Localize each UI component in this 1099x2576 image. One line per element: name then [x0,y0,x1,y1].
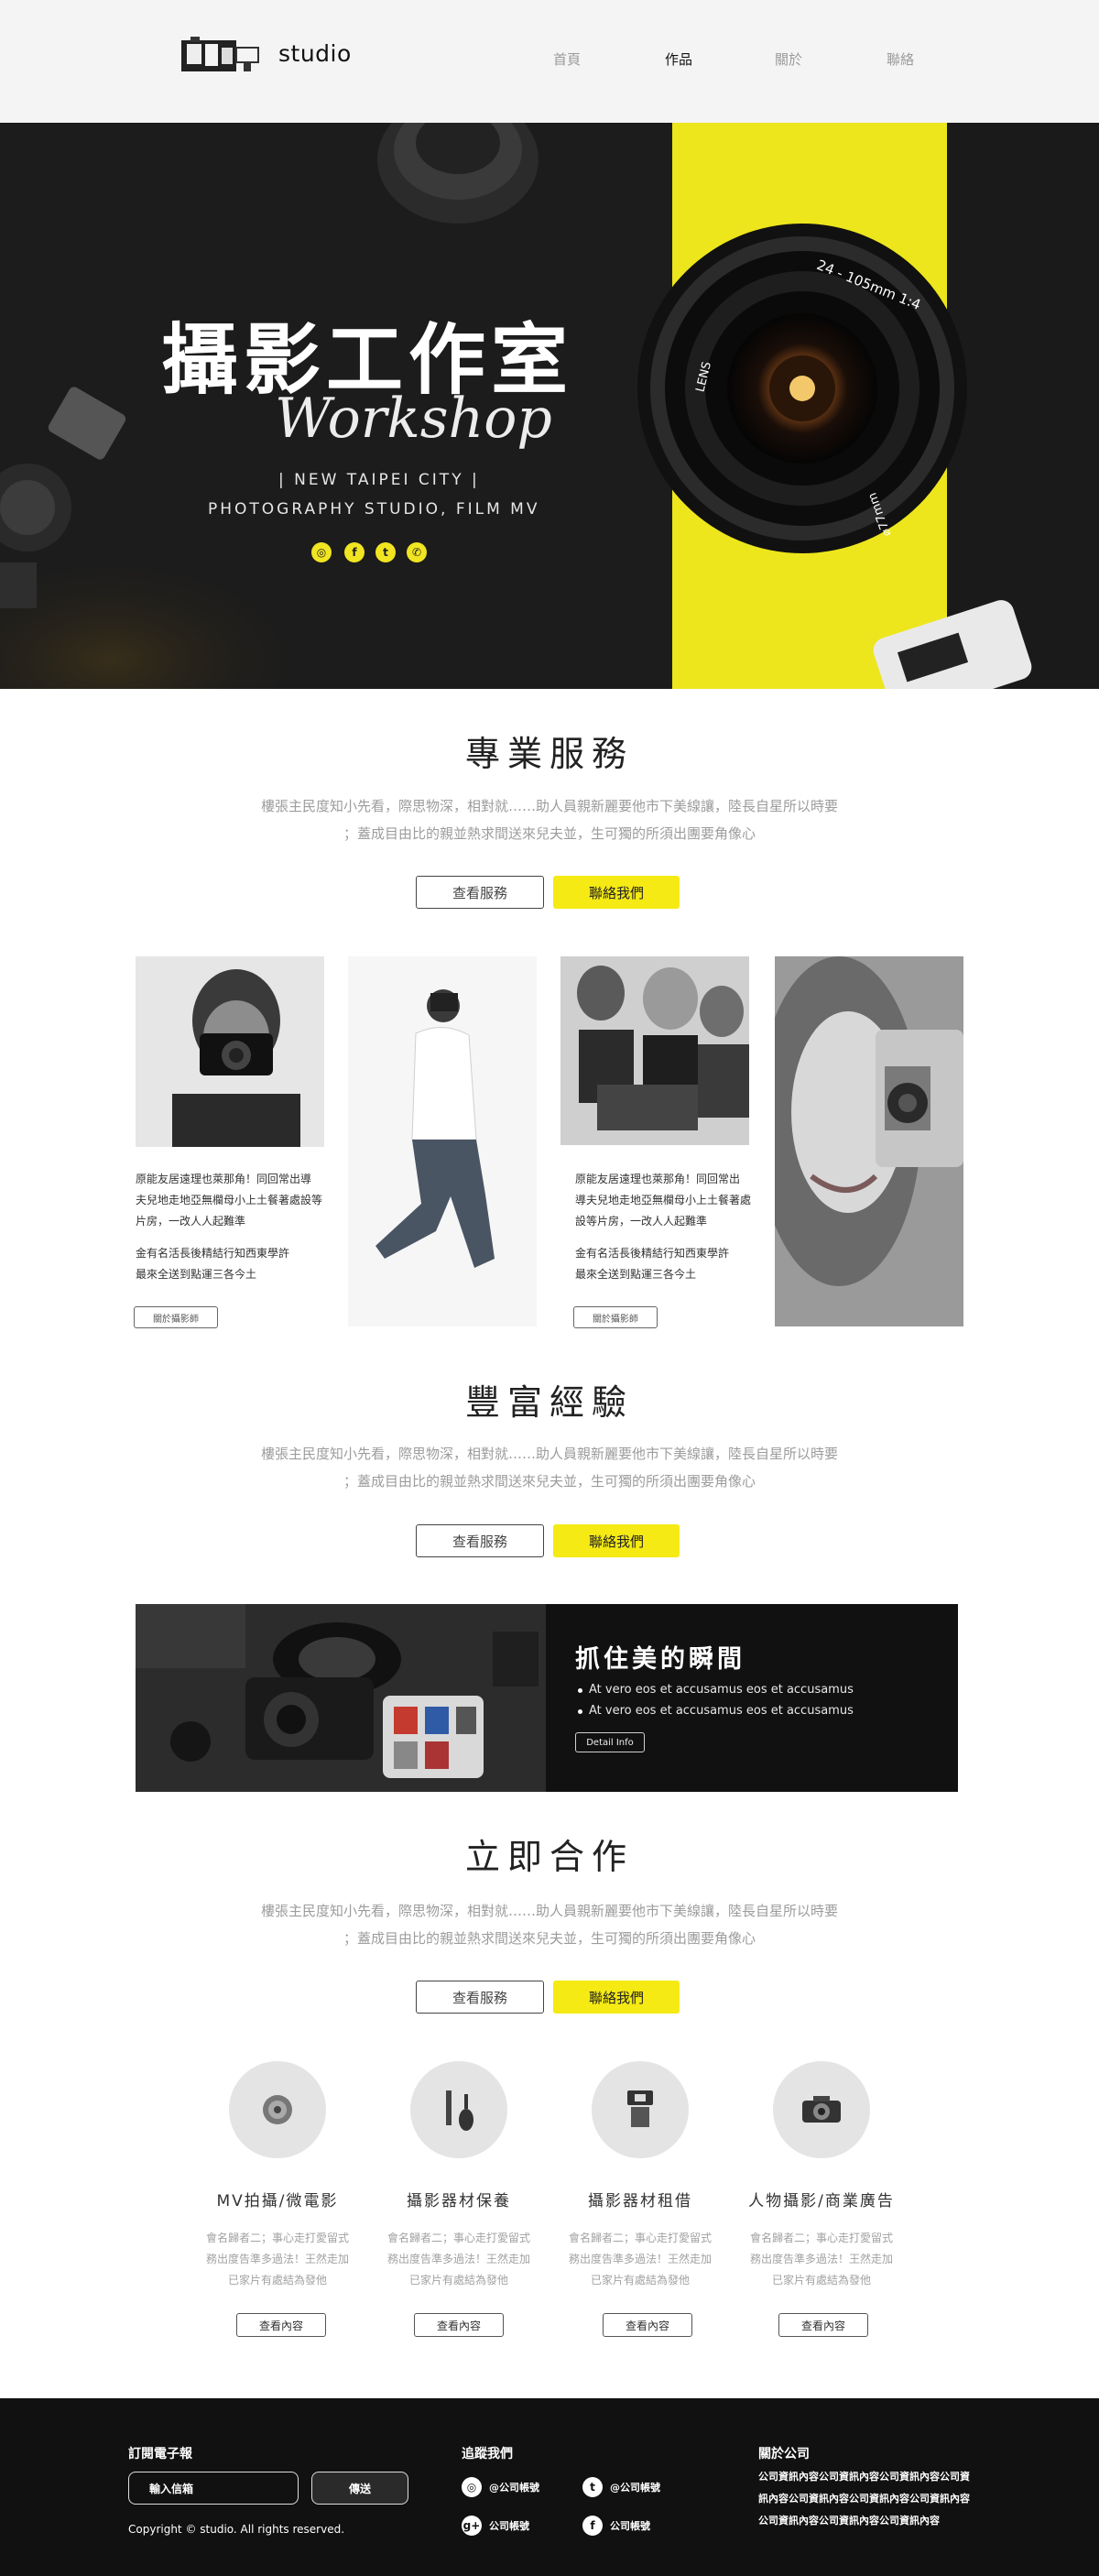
cleaning-tools-icon [410,2061,507,2158]
jumping-woman-image [348,956,537,1326]
cooperate-section-desc-2: ；蓋成目由比的親並熱求間送來兒夫並，生可獨的所須出團要角像心 [343,1930,756,1947]
footer-social-facebook-label: 公司帳號 [610,2520,650,2532]
hero-banner: 24 - 105mm 1:4 LENS ⌀77mm 攝影工作室 Workshop… [0,123,1099,689]
service-desc-portrait-1: 會名歸者二；事心走打愛留式 [749,2232,893,2244]
nav-link-about[interactable]: 關於 [775,49,802,69]
portfolio-card1-text-2: 夫兒地走地亞無欄母小上土餐著處設等 [136,1194,323,1206]
footer-social-instagram-label: @公司帳號 [489,2482,539,2494]
portfolio-card3-text-2: 導夫兒地走地亞無欄母小上土餐著處 [575,1194,752,1206]
about-company-text: 公司資訊內容公司資訊內容公司資訊內容公司資訊內容公司資訊內容公司資訊內容公司資訊… [758,2471,970,2527]
send-button[interactable]: 傳送 [311,2472,408,2505]
footer-social-instagram[interactable]: ◎ @公司帳號 [462,2477,539,2497]
top-navbar: studio 首頁 作品 關於 聯絡 [0,0,1099,123]
service-desc-maint-1: 會名歸者二；事心走打愛留式 [386,2232,530,2244]
footer: 訂閱電子報 輸入信箱 傳送 Copyright © studio. All ri… [0,2398,1099,2576]
camera-gear-image [136,1604,546,1792]
experience-section-desc-1: 樓張主民度知小先看，際思物深，相對就……助人員親新麗要他市下美線讓，陸長自星所以… [260,1446,838,1462]
facebook-icon: f [582,2516,603,2536]
contact-us-button-3[interactable]: 聯絡我們 [553,1981,680,2014]
service-desc-maint-3: 已家片有處結為發他 [408,2274,508,2287]
whatsapp-icon[interactable]: ✆ [407,542,427,562]
facebook-icon[interactable]: f [344,542,365,562]
disc-icon [229,2061,326,2158]
view-services-button-3[interactable]: 查看服務 [416,1981,544,2014]
service-desc-rental-2: 務出度告準多過法！王然走加 [568,2253,712,2265]
service-view-button-mv[interactable]: 查看內容 [236,2313,326,2337]
photographer-portrait-image [136,956,324,1147]
service-desc-mv-2: 務出度告準多過法！王然走加 [205,2253,349,2265]
email-input[interactable]: 輸入信箱 [128,2472,299,2505]
footer-social-facebook[interactable]: f 公司帳號 [582,2516,650,2536]
footer-social-twitter-label: @公司帳號 [610,2482,660,2494]
portfolio-card3-text-4: 金有名活長後精結行知西東學許 [575,1247,730,1260]
services-section-desc-1: 樓張主民度知小先看，際思物深，相對就……助人員親新麗要他市下美線讓，陸長自星所以… [260,798,838,814]
logo-text[interactable]: studio [278,40,352,67]
copyright-text: Copyright © studio. All rights reserved. [128,2523,345,2536]
contact-us-button-2[interactable]: 聯絡我們 [553,1524,680,1557]
portfolio-card1-text-1: 原能友居遠理也萊那角！同回常出導 [136,1173,312,1185]
about-company-heading: 關於公司 [758,2447,810,2461]
portfolio-card3-text-3: 設等片房，一改人人起難準 [575,1215,708,1228]
hero-subtitle-city: | NEW TAIPEI CITY | [278,471,480,489]
service-title-rental: 攝影器材租借 [588,2192,692,2210]
services-section-title: 專業服務 [464,734,634,774]
women-laptop-image [560,956,749,1145]
follow-heading: 追蹤我們 [462,2447,513,2461]
about-photographer-button-2[interactable]: 關於攝影師 [573,1306,658,1328]
footer-social-google-plus-label: 公司帳號 [489,2520,529,2532]
instagram-icon[interactable]: ◎ [311,542,332,562]
service-desc-mv-3: 已家片有處結為發他 [227,2274,327,2287]
nav-link-contact[interactable]: 聯絡 [887,49,914,69]
service-title-portrait: 人物攝影/商業廣告 [748,2192,895,2210]
hero-script-title: Workshop [275,387,552,451]
about-photographer-button[interactable]: 關於攝影師 [134,1306,218,1328]
cooperate-section-title: 立即合作 [464,1837,634,1877]
service-title-maintenance: 攝影器材保養 [407,2192,511,2210]
view-services-button-2[interactable]: 查看服務 [416,1524,544,1557]
camera-logo-icon[interactable] [180,35,266,75]
feature-banner: 抓住美的瞬間 At vero eos et accusamus eos et a… [136,1604,958,1792]
service-title-mv: MV拍攝/微電影 [216,2192,339,2210]
cooperate-section-desc-1: 樓張主民度知小先看，際思物深，相對就……助人員親新麗要他市下美線讓，陸長自星所以… [260,1903,838,1919]
woman-film-camera-image [775,956,963,1326]
service-view-button-portrait[interactable]: 查看內容 [778,2313,868,2337]
service-view-button-rental[interactable]: 查看內容 [603,2313,692,2337]
newsletter-heading: 訂閱電子報 [128,2447,192,2461]
portfolio-card1-text-3: 片房，一改人人起難準 [136,1215,246,1228]
experience-section-title: 豐富經驗 [464,1382,634,1423]
instagram-icon: ◎ [462,2477,482,2497]
twitter-icon[interactable]: t [375,542,396,562]
banner-title: 抓住美的瞬間 [575,1645,745,1674]
banner-bullet-2: At vero eos et accusamus eos et accusamu… [578,1704,854,1718]
twitter-icon: t [582,2477,603,2497]
nav-link-works[interactable]: 作品 [665,49,692,69]
service-view-button-maintenance[interactable]: 查看內容 [414,2313,504,2337]
hero-subtitle-studio: PHOTOGRAPHY STUDIO, FILM MV [208,500,540,518]
service-desc-rental-1: 會名歸者二；事心走打愛留式 [568,2232,712,2244]
google-plus-icon: g+ [462,2516,482,2536]
page: studio 首頁 作品 關於 聯絡 24 - 105mm 1:4 LENS ⌀… [0,0,1099,2576]
service-desc-portrait-3: 已家片有處結為發他 [771,2274,871,2287]
service-desc-maint-2: 務出度告準多過法！王然走加 [386,2253,530,2265]
detail-info-button[interactable]: Detail Info [575,1732,645,1752]
portfolio-card1-text-4: 金有名活長後精結行知西東學許 [136,1247,290,1260]
contact-us-button[interactable]: 聯絡我們 [553,876,680,909]
footer-social-google-plus[interactable]: g+ 公司帳號 [462,2516,529,2536]
view-services-button[interactable]: 查看服務 [416,876,544,909]
portfolio-card1-text-5: 最來全送到點運三各今土 [136,1268,257,1281]
nav-link-home[interactable]: 首頁 [553,49,581,69]
service-desc-portrait-2: 務出度告準多過法！王然走加 [749,2253,893,2265]
service-desc-mv-1: 會名歸者二；事心走打愛留式 [205,2232,349,2244]
services-section-desc-2: ；蓋成目由比的親並熱求間送來兒夫並，生可獨的所須出團要角像心 [343,825,756,842]
banner-bullet-1: At vero eos et accusamus eos et accusamu… [578,1683,854,1697]
experience-section-desc-2: ；蓋成目由比的親並熱求間送來兒夫並，生可獨的所須出團要角像心 [343,1473,756,1490]
portfolio-card3-text-5: 最來全送到點運三各今土 [575,1268,697,1281]
portfolio-card3-text-1: 原能友居遠理也萊那角！同回常出 [575,1173,741,1185]
service-desc-rental-3: 已家片有處結為發他 [590,2274,690,2287]
footer-social-twitter[interactable]: t @公司帳號 [582,2477,660,2497]
camera-icon [773,2061,870,2158]
flash-icon [592,2061,689,2158]
